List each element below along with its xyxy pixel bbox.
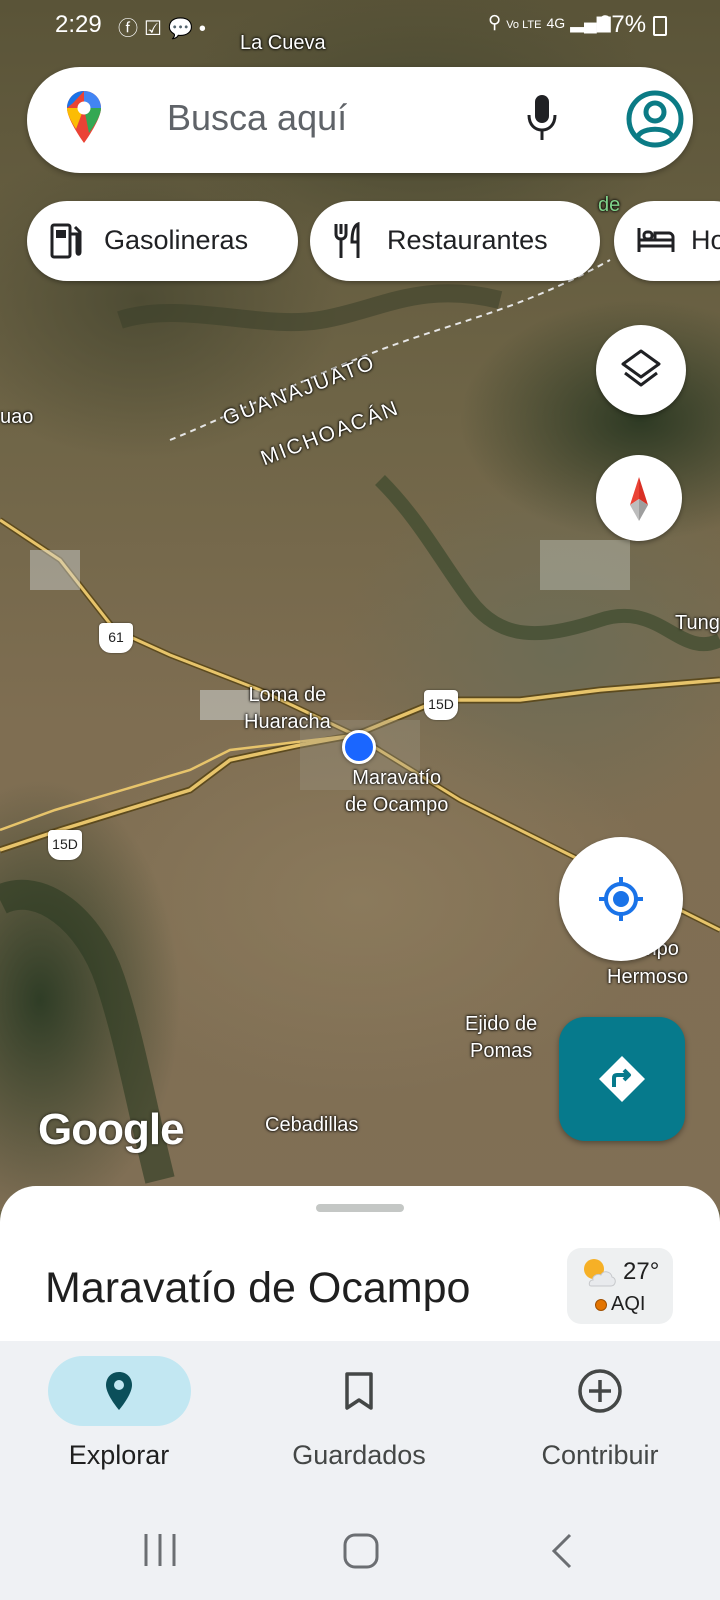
nav-contribuir[interactable]: Contribuir bbox=[500, 1356, 700, 1471]
layers-icon bbox=[619, 347, 663, 396]
back-icon[interactable] bbox=[550, 1532, 574, 1575]
bookmark-icon bbox=[345, 1372, 373, 1410]
add-circle-icon bbox=[578, 1369, 622, 1413]
partly-cloudy-icon bbox=[579, 1256, 619, 1295]
maps-logo-icon bbox=[65, 89, 103, 150]
recents-icon[interactable] bbox=[142, 1532, 178, 1573]
restaurant-icon bbox=[332, 221, 366, 267]
hotel-icon bbox=[636, 222, 676, 263]
profile-icon[interactable] bbox=[625, 89, 685, 154]
chip-label: Restaurantes bbox=[387, 225, 548, 255]
chip-label: Gasolineras bbox=[104, 225, 249, 255]
place-label: uao bbox=[0, 406, 34, 428]
status-bar: 2:29 ⓕ☑💬• ⚲ Vo LTE 4G ▂▄▆ 67% bbox=[0, 0, 720, 52]
place-label: Loma de Huaracha bbox=[244, 684, 331, 733]
directions-button[interactable] bbox=[559, 1017, 685, 1141]
nav-explorar[interactable]: Explorar bbox=[19, 1356, 219, 1471]
place-label: Cebadillas bbox=[265, 1114, 359, 1136]
volte-label: Vo LTE bbox=[506, 19, 542, 31]
place-label: Hermoso bbox=[607, 966, 689, 988]
chat-icon: 💬 bbox=[167, 18, 199, 40]
search-bar[interactable]: Busca aquí bbox=[27, 67, 693, 173]
my-location-icon bbox=[597, 875, 645, 928]
place-title: Maravatío de Ocampo bbox=[45, 1264, 471, 1312]
layers-button[interactable] bbox=[596, 325, 686, 415]
battery-percent: 67% bbox=[598, 11, 647, 38]
aqi-dot-icon bbox=[595, 1299, 607, 1311]
weather-badge[interactable]: 27° AQI bbox=[567, 1248, 673, 1324]
nav-label: Contribuir bbox=[541, 1440, 659, 1470]
weather-temp: 27° bbox=[623, 1258, 660, 1285]
compass-button[interactable] bbox=[596, 455, 682, 541]
mic-icon[interactable] bbox=[524, 93, 560, 148]
explore-pin-icon bbox=[106, 1372, 132, 1410]
search-input[interactable]: Busca aquí bbox=[167, 97, 347, 139]
gas-station-icon bbox=[49, 222, 83, 267]
chip-label: Ho bbox=[691, 225, 720, 255]
highway-shield: 15D bbox=[424, 690, 458, 720]
google-attribution: Google bbox=[38, 1105, 185, 1154]
check-icon: ☑ bbox=[144, 18, 168, 40]
battery-icon bbox=[652, 15, 667, 36]
highway-shield: 15D bbox=[48, 830, 82, 860]
my-location-button[interactable] bbox=[559, 837, 683, 961]
place-label: Tung bbox=[675, 612, 720, 634]
home-icon[interactable] bbox=[342, 1532, 380, 1575]
chip-restaurantes[interactable]: Restaurantes bbox=[310, 201, 600, 281]
nav-guardados[interactable]: Guardados bbox=[259, 1356, 459, 1471]
current-location-dot bbox=[342, 730, 376, 764]
directions-icon bbox=[596, 1053, 648, 1110]
nav-label: Guardados bbox=[292, 1440, 426, 1470]
aqi-label: AQI bbox=[611, 1293, 646, 1315]
system-nav-bar bbox=[0, 1520, 720, 1580]
sheet-drag-handle[interactable] bbox=[316, 1204, 404, 1212]
highway-shield: 61 bbox=[99, 623, 133, 653]
dot-icon: • bbox=[198, 18, 212, 40]
status-time: 2:29 bbox=[55, 11, 102, 38]
nav-label: Explorar bbox=[68, 1440, 170, 1470]
compass-icon bbox=[626, 475, 652, 528]
location-icon: ⚲ bbox=[488, 12, 502, 32]
place-label: Ejido de Pomas bbox=[465, 1013, 538, 1062]
network-label: 4G bbox=[546, 15, 566, 31]
place-sheet[interactable]: Maravatío de Ocampo 27° AQI bbox=[0, 1186, 720, 1346]
place-label: de bbox=[598, 194, 621, 216]
facebook-icon: ⓕ bbox=[118, 18, 144, 40]
chip-hoteles[interactable]: Ho bbox=[614, 201, 720, 281]
chip-gasolineras[interactable]: Gasolineras bbox=[27, 201, 298, 281]
place-label-maravatio: Maravatío de Ocampo bbox=[345, 767, 449, 816]
